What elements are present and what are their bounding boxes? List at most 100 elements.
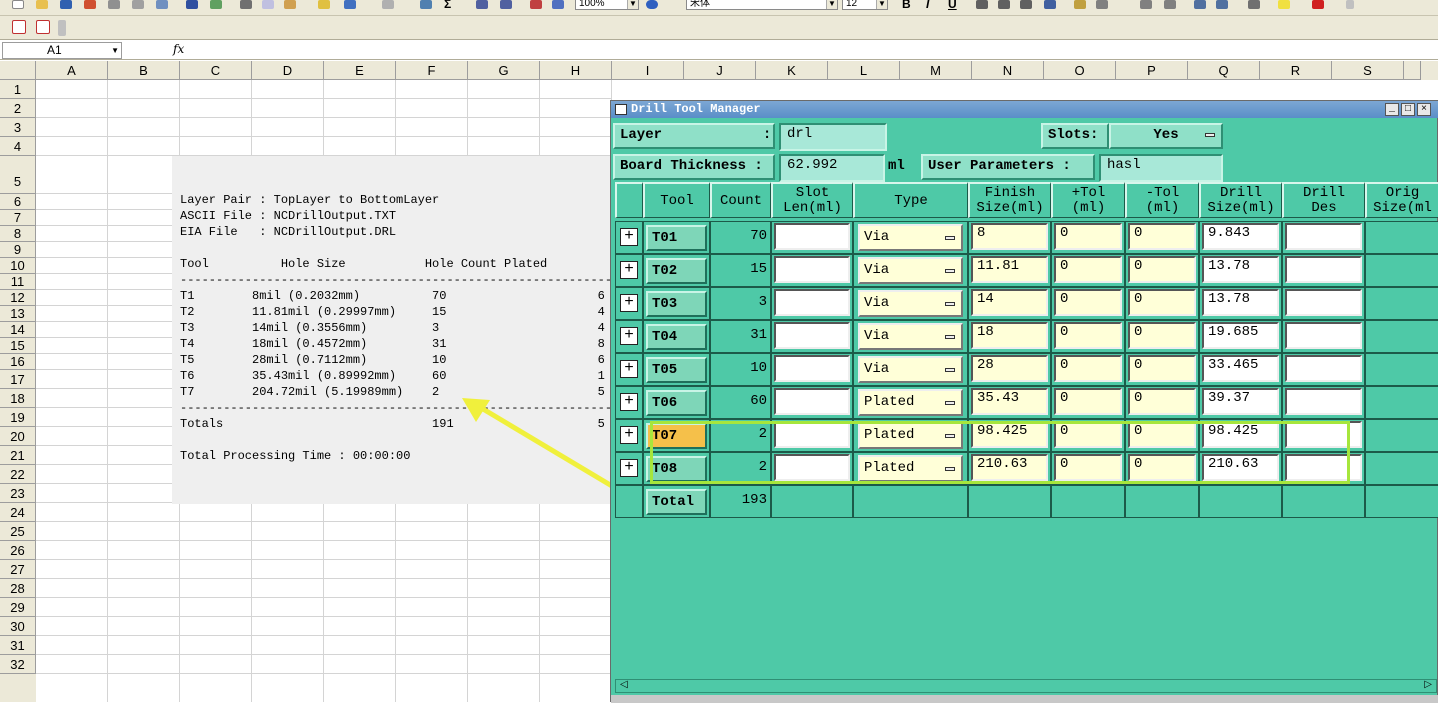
type-option-menu[interactable]: Plated <box>858 422 963 449</box>
row-header-17[interactable]: 17 <box>0 370 36 389</box>
row-header-12[interactable]: 12 <box>0 290 36 306</box>
row-header-19[interactable]: 19 <box>0 408 36 427</box>
undo-icon[interactable] <box>344 0 356 9</box>
save-icon[interactable] <box>60 0 72 9</box>
row-header-13[interactable]: 13 <box>0 306 36 322</box>
font-name-select[interactable]: 宋体 ▼ <box>686 0 838 10</box>
autosum-icon[interactable]: Σ <box>444 0 451 11</box>
column-header-d[interactable]: D <box>252 61 324 80</box>
tool-button-t06[interactable]: T06 <box>646 390 707 416</box>
finish-size-input[interactable]: 8 <box>971 223 1048 250</box>
drill-des-input[interactable] <box>1285 223 1362 250</box>
row-header-14[interactable]: 14 <box>0 322 36 338</box>
row-header-15[interactable]: 15 <box>0 338 36 354</box>
open-icon[interactable] <box>36 0 48 9</box>
expand-row-icon[interactable]: + <box>620 459 638 477</box>
format-painter-icon[interactable] <box>318 0 330 9</box>
drill-size-input[interactable]: 98.425 <box>1202 421 1279 448</box>
plus-tolerance-input[interactable]: 0 <box>1054 256 1122 283</box>
permission-icon[interactable] <box>84 0 96 9</box>
slot-length-input[interactable] <box>774 322 850 349</box>
row-header-23[interactable]: 23 <box>0 484 36 503</box>
vertical-scrollbar-top[interactable] <box>1420 61 1438 80</box>
close-icon[interactable]: × <box>1417 103 1431 116</box>
minus-tolerance-input[interactable]: 0 <box>1128 322 1196 349</box>
bold-button[interactable]: B <box>902 0 911 11</box>
minus-tolerance-input[interactable]: 0 <box>1128 289 1196 316</box>
row-header-4[interactable]: 4 <box>0 137 36 156</box>
type-option-menu[interactable]: Plated <box>858 389 963 416</box>
chart-wizard-icon[interactable] <box>530 0 542 9</box>
row-header-7[interactable]: 7 <box>0 210 36 226</box>
type-option-menu[interactable]: Via <box>858 323 963 350</box>
redo-icon[interactable] <box>382 0 394 9</box>
sort-descending-icon[interactable] <box>500 0 512 9</box>
chevron-down-icon[interactable]: ▼ <box>111 43 119 58</box>
minus-tolerance-input[interactable]: 0 <box>1128 256 1196 283</box>
drill-des-input[interactable] <box>1285 322 1362 349</box>
sort-ascending-icon[interactable] <box>476 0 488 9</box>
row-header-9[interactable]: 9 <box>0 242 36 258</box>
expand-row-icon[interactable]: + <box>620 360 638 378</box>
increase-decimal-icon[interactable] <box>1140 0 1152 9</box>
drill-des-input[interactable] <box>1285 421 1362 448</box>
column-header-p[interactable]: P <box>1116 61 1188 80</box>
expand-row-icon[interactable]: + <box>620 393 638 411</box>
row-header-27[interactable]: 27 <box>0 560 36 579</box>
plus-tolerance-input[interactable]: 0 <box>1054 355 1122 382</box>
column-header-l[interactable]: L <box>828 61 900 80</box>
column-header-o[interactable]: O <box>1044 61 1116 80</box>
minus-tolerance-input[interactable]: 0 <box>1128 388 1196 415</box>
type-option-menu[interactable]: Via <box>858 257 963 284</box>
print-preview-icon[interactable] <box>132 0 144 9</box>
column-header-g[interactable]: G <box>468 61 540 80</box>
spelling-icon[interactable] <box>186 0 198 9</box>
decrease-decimal-icon[interactable] <box>1164 0 1176 9</box>
type-option-menu[interactable]: Plated <box>858 455 963 482</box>
plus-tolerance-input[interactable]: 0 <box>1054 421 1122 448</box>
row-header-21[interactable]: 21 <box>0 446 36 465</box>
row-header-26[interactable]: 26 <box>0 541 36 560</box>
tool-button-t01[interactable]: T01 <box>646 225 707 251</box>
minimize-icon[interactable]: _ <box>1385 103 1399 116</box>
row-header-10[interactable]: 10 <box>0 258 36 274</box>
expand-row-icon[interactable]: + <box>620 294 638 312</box>
select-all-corner[interactable] <box>0 61 36 80</box>
minus-tolerance-input[interactable]: 0 <box>1128 355 1196 382</box>
decrease-indent-icon[interactable] <box>1194 0 1206 9</box>
italic-button[interactable]: I <box>926 0 929 11</box>
row-header-30[interactable]: 30 <box>0 617 36 636</box>
hyperlink-icon[interactable] <box>420 0 432 9</box>
slot-length-input[interactable] <box>774 256 850 283</box>
underline-button[interactable]: U <box>948 0 957 11</box>
row-header-16[interactable]: 16 <box>0 354 36 370</box>
toolbar-options-icon[interactable] <box>58 20 66 36</box>
slot-length-input[interactable] <box>774 454 850 481</box>
scroll-left-icon[interactable]: ◁ <box>620 679 628 690</box>
tool-button-t05[interactable]: T05 <box>646 357 707 383</box>
drill-size-input[interactable]: 13.78 <box>1202 256 1279 283</box>
row-header-1[interactable]: 1 <box>0 80 36 99</box>
plus-tolerance-input[interactable]: 0 <box>1054 388 1122 415</box>
row-header-25[interactable]: 25 <box>0 522 36 541</box>
row-header-18[interactable]: 18 <box>0 389 36 408</box>
toolbar-options-icon[interactable] <box>1346 0 1354 9</box>
tool-button-t07[interactable]: T07 <box>646 423 707 449</box>
column-header-j[interactable]: J <box>684 61 756 80</box>
minus-tolerance-input[interactable]: 0 <box>1128 454 1196 481</box>
print-icon[interactable] <box>108 0 120 9</box>
column-header-f[interactable]: F <box>396 61 468 80</box>
row-header-3[interactable]: 3 <box>0 118 36 137</box>
font-color-icon[interactable] <box>1312 0 1324 9</box>
insert-function-icon[interactable]: fx <box>173 42 184 56</box>
finish-size-input[interactable]: 18 <box>971 322 1048 349</box>
tool-button-t02[interactable]: T02 <box>646 258 707 284</box>
expand-row-icon[interactable]: + <box>620 426 638 444</box>
column-header-i[interactable]: I <box>612 61 684 80</box>
horizontal-scrollbar[interactable]: ◁ ▷ <box>615 679 1437 693</box>
column-header-m[interactable]: M <box>900 61 972 80</box>
row-header-5[interactable]: 5 <box>0 156 36 194</box>
row-header-22[interactable]: 22 <box>0 465 36 484</box>
merge-center-icon[interactable] <box>1044 0 1056 9</box>
plus-tolerance-input[interactable]: 0 <box>1054 289 1122 316</box>
